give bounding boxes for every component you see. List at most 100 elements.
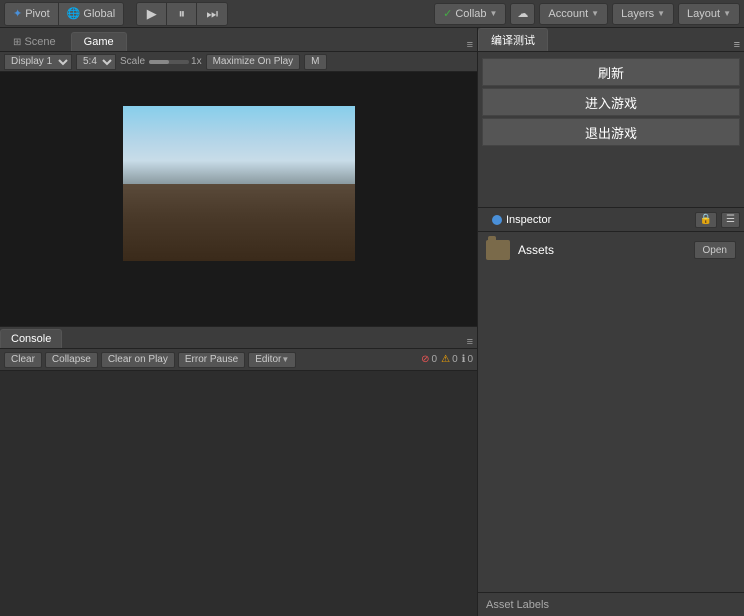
console-content	[0, 371, 477, 616]
ground	[123, 184, 355, 262]
collab-button[interactable]: ✓ Collab ▼	[434, 3, 506, 25]
global-label: Global	[83, 8, 115, 20]
game-tab-label: Game	[84, 36, 114, 48]
game-tab[interactable]: Game	[71, 32, 127, 51]
pivot-button[interactable]: ✦ Pivot	[5, 3, 59, 25]
inspector-lock-button[interactable]: 🔒	[695, 212, 717, 228]
info-icon: ℹ	[462, 354, 466, 365]
warning-count: 0	[452, 354, 458, 365]
step-button[interactable]: ⏭	[197, 3, 227, 25]
scene-icon: ⊞	[13, 37, 21, 48]
game-view	[0, 72, 477, 326]
refresh-menu-item[interactable]: 刷新	[482, 58, 740, 86]
info-log[interactable]: ℹ 0	[462, 354, 473, 365]
layers-label: Layers	[621, 8, 654, 20]
play-controls: ▶ ⏸ ⏭	[136, 2, 228, 26]
scale-slider[interactable]: 1x	[149, 56, 202, 67]
inspector-tab-label: Inspector	[506, 214, 551, 226]
info-count: 0	[467, 354, 473, 365]
menu-icon: ☰	[726, 214, 735, 225]
scene-tab-label: Scene	[24, 36, 55, 48]
collab-check-icon: ✓	[443, 7, 452, 20]
account-button[interactable]: Account ▼	[539, 3, 608, 25]
error-pause-button[interactable]: Error Pause	[178, 352, 245, 368]
pause-button[interactable]: ⏸	[167, 3, 197, 25]
layout-label: Layout	[687, 8, 720, 20]
refresh-label: 刷新	[598, 63, 624, 82]
play-button[interactable]: ▶	[137, 3, 167, 25]
inspector-tab[interactable]: Inspector	[482, 211, 561, 229]
folder-icon	[486, 240, 510, 260]
aspect-select[interactable]: 5:4	[76, 54, 116, 70]
account-arrow: ▼	[591, 9, 599, 18]
right-panel: 编译测试 ≡ 刷新 进入游戏 退出游戏 Inspector	[477, 28, 744, 616]
clear-on-play-button[interactable]: Clear on Play	[101, 352, 175, 368]
compile-extras-icon: ≡	[734, 39, 740, 51]
console-extras-icon: ≡	[467, 336, 473, 348]
exit-game-menu-item[interactable]: 退出游戏	[482, 118, 740, 146]
layers-button[interactable]: Layers ▼	[612, 3, 674, 25]
main-layout: ⊞ Scene Game ≡ Display 1 5:4 Scale	[0, 28, 744, 616]
menu-panel: 刷新 进入游戏 退出游戏	[478, 52, 744, 207]
global-button[interactable]: 🌐 Global	[59, 3, 124, 25]
open-button[interactable]: Open	[694, 241, 736, 259]
global-icon: 🌐	[67, 7, 81, 20]
assets-area: Assets Open	[478, 232, 744, 592]
pivot-icon: ✦	[13, 7, 22, 20]
open-label: Open	[703, 245, 727, 256]
scale-label: Scale	[120, 56, 145, 67]
clear-label: Clear	[11, 354, 35, 365]
mute-label: M	[311, 56, 319, 67]
lock-icon: 🔒	[700, 214, 712, 225]
inspector-icon	[492, 215, 502, 225]
asset-labels-text: Asset Labels	[486, 599, 549, 611]
scene-game-tab-bar: ⊞ Scene Game ≡	[0, 28, 477, 52]
enter-game-menu-item[interactable]: 进入游戏	[482, 88, 740, 116]
editor-label: Editor	[255, 354, 281, 365]
asset-labels-footer: Asset Labels	[478, 592, 744, 616]
sky	[123, 106, 355, 184]
left-panel: ⊞ Scene Game ≡ Display 1 5:4 Scale	[0, 28, 477, 616]
exit-game-label: 退出游戏	[585, 123, 637, 142]
compile-tab[interactable]: 编译测试	[478, 28, 548, 51]
pivot-global-group: ✦ Pivot 🌐 Global	[4, 2, 124, 26]
error-pause-label: Error Pause	[185, 354, 238, 365]
scene-tab[interactable]: ⊞ Scene	[0, 32, 69, 51]
pivot-label: Pivot	[25, 8, 49, 20]
error-icon: ⊘	[421, 354, 429, 365]
inspector-menu-button[interactable]: ☰	[721, 212, 740, 228]
collapse-label: Collapse	[52, 354, 91, 365]
inspector-tab-bar: Inspector 🔒 ☰	[478, 208, 744, 232]
play-icon: ▶	[147, 6, 157, 22]
enter-game-label: 进入游戏	[585, 93, 637, 112]
top-toolbar: ✦ Pivot 🌐 Global ▶ ⏸ ⏭ ✓ Collab ▼ ☁ Acco…	[0, 0, 744, 28]
maximize-on-play-btn[interactable]: Maximize On Play	[206, 54, 301, 70]
editor-arrow: ▼	[281, 355, 289, 364]
console-tab[interactable]: Console	[0, 329, 62, 348]
assets-header: Assets Open	[486, 240, 736, 260]
error-log[interactable]: ⊘ 0	[421, 354, 437, 365]
collab-arrow: ▼	[490, 9, 498, 18]
layers-arrow: ▼	[657, 9, 665, 18]
cloud-button[interactable]: ☁	[510, 3, 535, 25]
compile-tab-bar: 编译测试 ≡	[478, 28, 744, 52]
clear-button[interactable]: Clear	[4, 352, 42, 368]
console-tab-bar: Console ≡	[0, 327, 477, 349]
cloud-icon: ☁	[517, 7, 528, 20]
mute-btn[interactable]: M	[304, 54, 326, 70]
display-select[interactable]: Display 1	[4, 54, 72, 70]
console-panel: Console ≡ Clear Collapse Clear on Play E…	[0, 326, 477, 616]
step-icon: ⏭	[206, 6, 218, 22]
game-toolbar: Display 1 5:4 Scale 1x Maximize On Play …	[0, 52, 477, 72]
layout-button[interactable]: Layout ▼	[678, 3, 740, 25]
compile-tab-label: 编译测试	[491, 35, 535, 47]
collapse-button[interactable]: Collapse	[45, 352, 98, 368]
warning-log[interactable]: ⚠ 0	[441, 354, 458, 365]
log-icons: ⊘ 0 ⚠ 0 ℹ 0	[421, 354, 473, 365]
editor-button[interactable]: Editor ▼	[248, 352, 296, 368]
inspector-tab-extras: 🔒 ☰	[695, 212, 740, 228]
maximize-label: Maximize On Play	[213, 56, 294, 67]
console-tab-label: Console	[11, 333, 51, 345]
collab-label: Collab	[455, 8, 486, 20]
extras-icon: ≡	[467, 39, 473, 51]
